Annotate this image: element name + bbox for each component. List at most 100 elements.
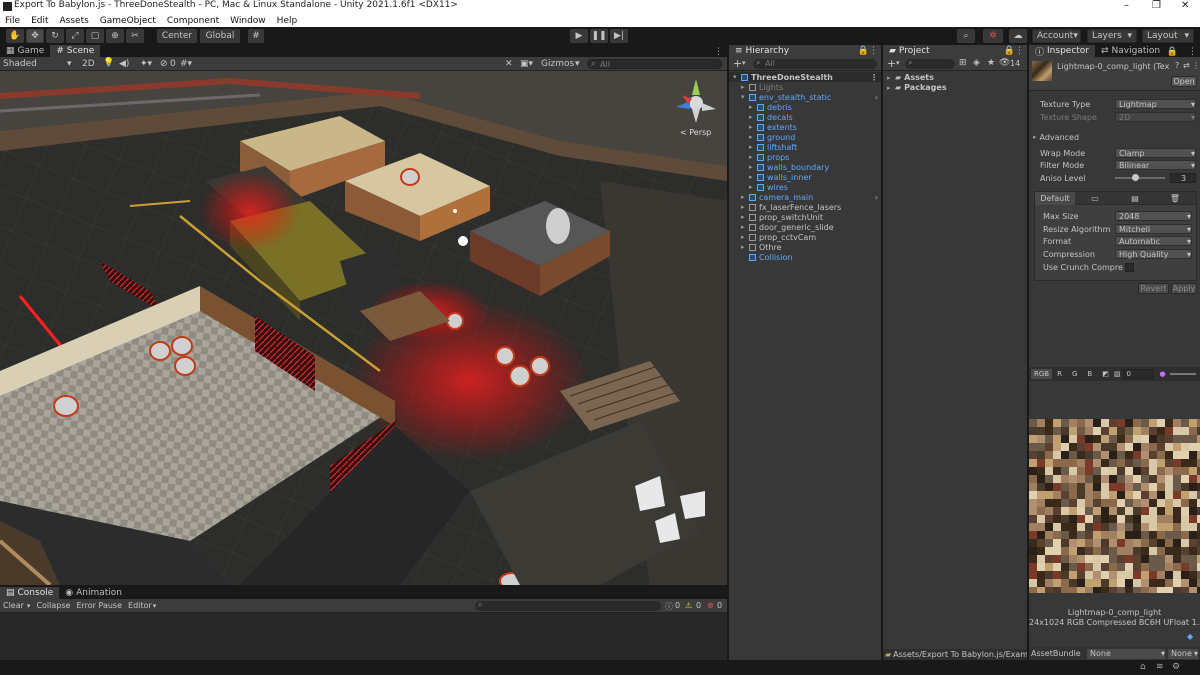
chevron-right-icon[interactable]: ▸ [749, 163, 757, 171]
scale-tool-icon[interactable]: ⤢ [66, 29, 84, 43]
custom-tool-icon[interactable]: ✂ [126, 29, 144, 43]
transform-tool-icon[interactable]: ⊕ [106, 29, 124, 43]
folder-packages[interactable]: ▸ ▰ Packages [887, 83, 947, 92]
hierarchy-item[interactable]: ▸ door_generic_slide [729, 222, 881, 232]
hierarchy-item[interactable]: Collision [729, 252, 881, 262]
step-button[interactable]: ▶| [610, 29, 628, 43]
hierarchy-item[interactable]: ▸ wires [729, 182, 881, 192]
channel-b-button[interactable]: B [1087, 370, 1092, 378]
chevron-right-icon[interactable]: ▸ [741, 203, 749, 211]
error-icon[interactable]: ⊗ [707, 601, 714, 610]
server-platform-icon[interactable]: ▤ [1115, 194, 1155, 203]
menu-file[interactable]: File [5, 16, 20, 26]
chevron-down-icon[interactable]: ▾ [733, 73, 741, 81]
chevron-right-icon[interactable]: › [875, 193, 878, 202]
channel-r-button[interactable]: R [1057, 370, 1062, 378]
chevron-right-icon[interactable]: › [875, 93, 878, 102]
lighting-toggle-icon[interactable]: 💡 [103, 58, 114, 68]
filter-mode-dropdown[interactable]: Bilinear ▾ [1115, 160, 1196, 170]
tab-scene[interactable]: # Scene [50, 45, 101, 57]
chevron-right-icon[interactable]: ▸ [741, 193, 749, 201]
chevron-down-icon[interactable]: ▾ [741, 93, 749, 101]
channel-g-button[interactable]: G [1072, 370, 1077, 378]
chevron-right-icon[interactable]: ▸ [749, 103, 757, 111]
tab-animation[interactable]: ◉ Animation [59, 587, 128, 599]
menu-edit[interactable]: Edit [31, 16, 48, 26]
search-icon[interactable]: ⌕ [957, 29, 975, 43]
scene-search-input[interactable]: ⌕ All [587, 59, 722, 69]
close-button[interactable]: ✕ [1181, 0, 1189, 11]
hierarchy-item[interactable]: ▸ camera_main › [729, 192, 881, 202]
crunch-checkbox[interactable] [1125, 263, 1134, 272]
channel-rgb-button[interactable]: RGB [1031, 369, 1053, 379]
collab-icon[interactable]: ✲ [983, 29, 1003, 43]
format-dropdown[interactable]: Automatic ▾ [1115, 236, 1192, 246]
layers-status-icon[interactable]: ≋ [1156, 662, 1164, 672]
pause-button[interactable]: ❚❚ [590, 29, 608, 43]
folder-assets[interactable]: ▸ ▰ Assets [887, 73, 934, 82]
tab-inspector[interactable]: ⓘ Inspector [1029, 45, 1095, 58]
shading-mode-dropdown[interactable]: Shaded [3, 59, 37, 69]
presets-icon[interactable]: ⇄ [1183, 61, 1190, 70]
layout-dropdown[interactable]: Layout ▾ [1142, 29, 1194, 43]
cloud-icon[interactable]: ☁ [1009, 29, 1027, 43]
rotate-tool-icon[interactable]: ↻ [46, 29, 64, 43]
chevron-right-icon[interactable]: ▸ [741, 213, 749, 221]
advanced-foldout[interactable]: ▸ Advanced [1033, 132, 1188, 142]
hierarchy-item[interactable]: ▾ ThreeDoneStealth ⋮ [729, 72, 881, 82]
minimize-button[interactable]: – [1124, 0, 1129, 11]
aniso-slider-track[interactable] [1115, 177, 1165, 179]
aniso-slider-handle[interactable] [1132, 174, 1139, 181]
grid-toggle-icon[interactable]: #▾ [180, 59, 192, 69]
audio-toggle-icon[interactable]: ◀) [119, 59, 129, 69]
panel-menu-icon[interactable]: ⋮ [1188, 47, 1197, 57]
context-menu-icon[interactable]: ⋮ [1192, 61, 1200, 70]
hand-tool-icon[interactable]: ✋ [6, 29, 24, 43]
persp-label[interactable]: < Persp [680, 128, 711, 137]
tools-icon[interactable]: ✕ [505, 59, 513, 69]
chevron-right-icon[interactable]: ▸ [749, 173, 757, 181]
apply-button[interactable]: Apply [1171, 283, 1197, 294]
progress-icon[interactable]: ⌂ [1140, 662, 1146, 672]
play-button[interactable]: ▶ [570, 29, 588, 43]
lock-icon[interactable]: 🔒 [1167, 47, 1178, 57]
mip-level-input[interactable]: 0 [1123, 369, 1154, 379]
menu-window[interactable]: Window [230, 16, 266, 26]
asset-bundle-dropdown[interactable]: None ▾ [1087, 648, 1165, 659]
grid-snap-icon[interactable]: # [248, 29, 264, 43]
move-tool-icon[interactable]: ✥ [26, 29, 44, 43]
menu-component[interactable]: Component [167, 16, 219, 26]
revert-button[interactable]: Revert [1138, 283, 1169, 294]
asset-bundle-variant-dropdown[interactable]: None ▾ [1168, 648, 1198, 659]
label-tag-icon[interactable]: ◆ [1187, 632, 1193, 641]
hierarchy-item[interactable]: ▾ env_stealth_static › [729, 92, 881, 102]
tab-navigation[interactable]: ⇄ Navigation [1095, 45, 1167, 57]
chevron-right-icon[interactable]: ▸ [749, 133, 757, 141]
scene-viewport[interactable]: < Persp [0, 71, 727, 585]
hierarchy-item[interactable]: ▸ prop_cctvCam [729, 232, 881, 242]
compression-dropdown[interactable]: High Quality ▾ [1115, 249, 1192, 259]
chevron-right-icon[interactable]: ▸ [741, 233, 749, 241]
hierarchy-item[interactable]: ▸ liftshaft [729, 142, 881, 152]
editor-dropdown[interactable]: Editor [128, 601, 152, 610]
chevron-right-icon[interactable]: ▸ [749, 183, 757, 191]
warning-icon[interactable]: ⚠ [685, 601, 692, 610]
help-icon[interactable]: ? [1175, 61, 1179, 70]
panel-menu-icon[interactable]: ⋮ [714, 47, 723, 57]
project-search-input[interactable]: ⌕ [905, 58, 955, 69]
gizmos-dropdown[interactable]: Gizmos [541, 59, 574, 69]
hidden-packages-icon[interactable]: 👁 [999, 58, 1010, 68]
menu-help[interactable]: Help [277, 16, 298, 26]
hierarchy-item[interactable]: ▸ debris [729, 102, 881, 112]
open-button[interactable]: Open [1171, 76, 1197, 87]
chevron-right-icon[interactable]: ▸ [749, 153, 757, 161]
chevron-right-icon[interactable]: ▸ [741, 243, 749, 251]
context-menu-icon[interactable]: ⋮ [870, 73, 878, 82]
hierarchy-item[interactable]: ▸ ground [729, 132, 881, 142]
notification-icon[interactable]: ⚙ [1172, 662, 1180, 672]
hierarchy-item[interactable]: ▸ walls_inner [729, 172, 881, 182]
hierarchy-item[interactable]: ▸ props [729, 152, 881, 162]
maximize-button[interactable]: ❐ [1152, 0, 1161, 11]
hierarchy-item[interactable]: ▸ Othre [729, 242, 881, 252]
favorite-icon[interactable]: ★ [987, 58, 995, 68]
